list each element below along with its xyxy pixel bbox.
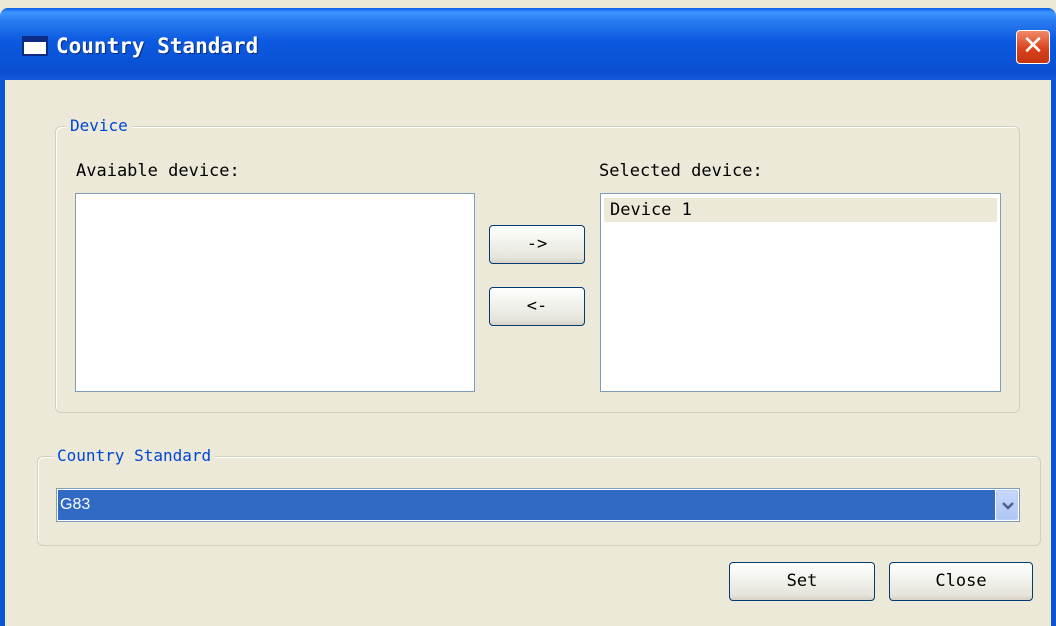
move-left-label: <- (526, 296, 548, 316)
set-button[interactable]: Set (729, 562, 875, 601)
list-item-device-1[interactable]: Device 1 (604, 198, 997, 222)
country-standard-legend: Country Standard (53, 445, 216, 467)
selected-device-label: Selected device: (599, 161, 763, 181)
close-window-button[interactable]: ✕ (1016, 30, 1050, 64)
title-bar[interactable]: Country Standard ✕ (0, 8, 1056, 80)
selected-device-list[interactable]: Device 1 (600, 193, 1001, 392)
close-button-label: Close (935, 571, 987, 591)
country-standard-value: G83 (58, 490, 995, 520)
window-icon (22, 36, 48, 56)
window-title: Country Standard (56, 34, 259, 58)
move-right-button[interactable]: -> (489, 225, 585, 264)
move-right-label: -> (526, 234, 548, 254)
window-border-right (1051, 80, 1056, 626)
move-left-button[interactable]: <- (489, 287, 585, 326)
set-button-label: Set (786, 571, 818, 591)
country-standard-select[interactable]: G83 (56, 488, 1020, 522)
close-button[interactable]: Close (889, 562, 1033, 601)
country-standard-dialog: Country Standard ✕ Device Avaiable devic… (0, 0, 1056, 626)
device-group-legend: Device (66, 115, 132, 137)
window-border-left (0, 80, 5, 626)
close-icon: ✕ (1022, 31, 1044, 61)
chevron-down-icon[interactable] (996, 490, 1018, 520)
available-device-list[interactable] (75, 193, 475, 392)
available-device-label: Avaiable device: (76, 161, 240, 181)
